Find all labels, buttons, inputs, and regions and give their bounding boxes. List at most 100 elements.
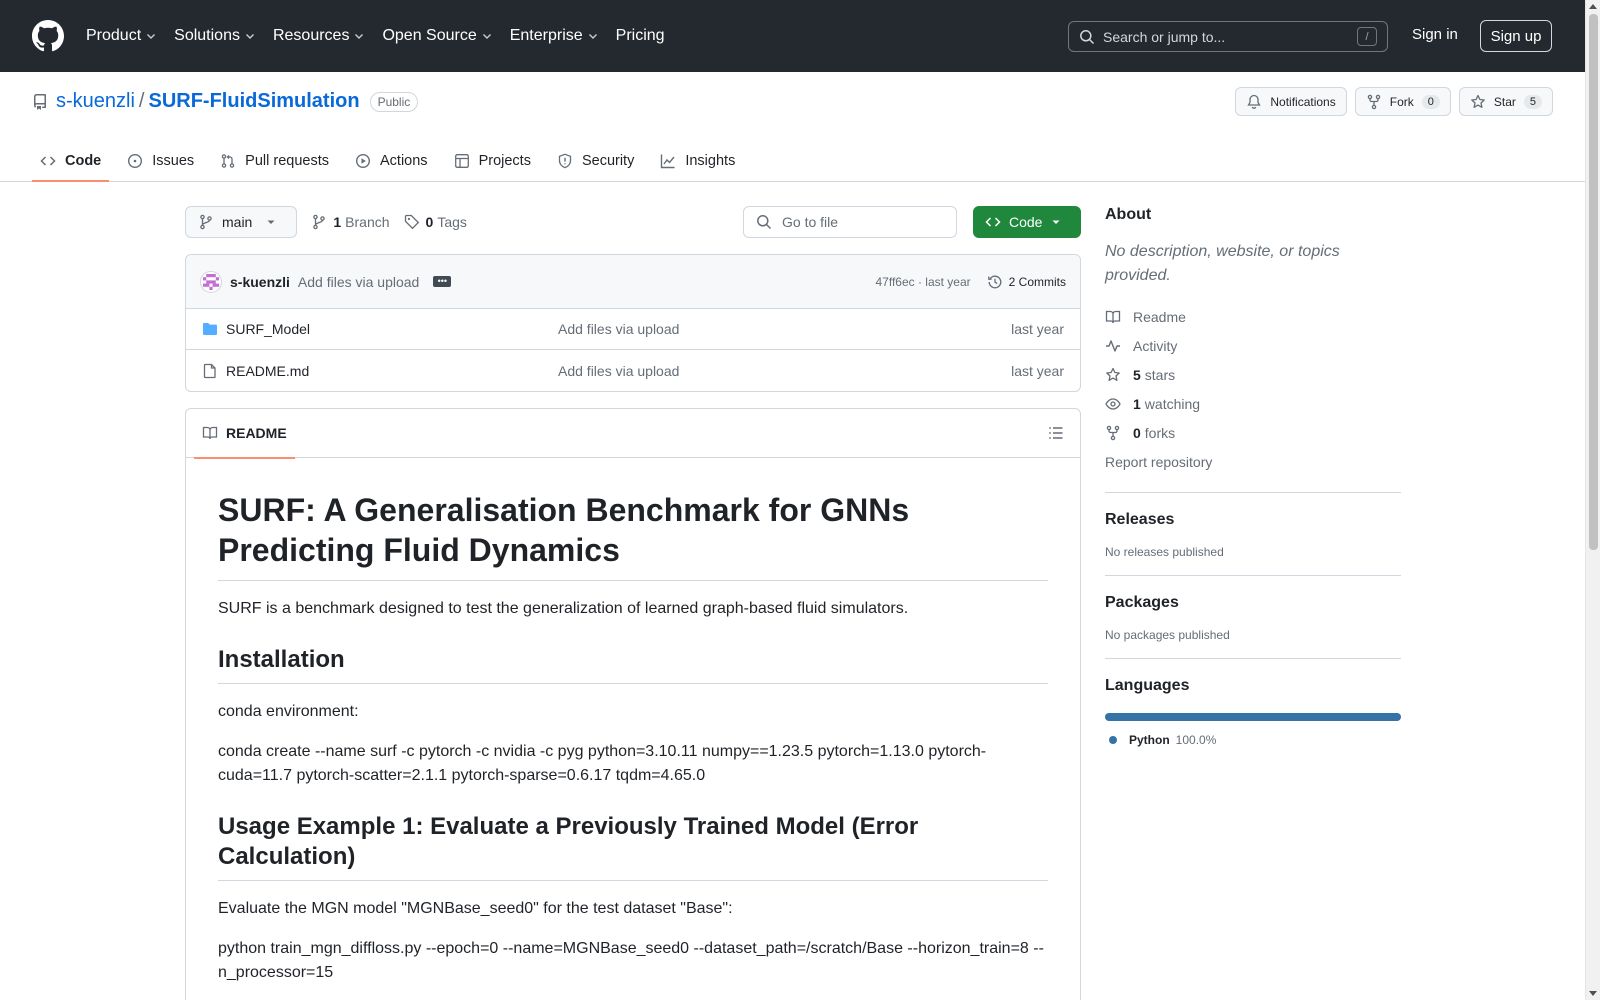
notifications-button[interactable]: Notifications [1235,87,1347,116]
tab-issues[interactable]: Issues [119,140,202,182]
play-circle-icon [355,153,371,169]
book-icon [1105,310,1121,323]
packages-heading[interactable]: Packages [1105,594,1401,612]
repo-owner-link[interactable]: s-kuenzli [56,90,135,113]
tags-link[interactable]: 0 Tags [404,214,467,230]
forks-label: forks [1144,424,1176,441]
tab-code-label: Code [65,153,102,169]
nav-product[interactable]: Product [86,27,157,45]
fork-icon [1106,425,1120,440]
nav-enterprise[interactable]: Enterprise [510,27,599,45]
tab-projects-label: Projects [478,153,531,169]
stars-link[interactable]: 5 stars [1105,360,1401,389]
star-label: Star [1493,94,1516,109]
tag-count: 0 [425,214,434,230]
repo-sidebar: About No description, website, or topics… [1105,206,1401,747]
sign-in-link[interactable]: Sign in [1412,26,1458,43]
tab-actions[interactable]: Actions [347,140,436,182]
nav-resources[interactable]: Resources [273,27,365,45]
global-search-input[interactable]: Search or jump to... / [1068,21,1388,52]
list-outline-icon[interactable] [1048,425,1064,441]
branch-select-button[interactable]: main [185,206,298,238]
readme-heading-installation: Installation [218,645,1048,684]
language-bar [1105,713,1401,721]
search-placeholder: Search or jump to... [1103,28,1226,45]
github-logo-icon[interactable] [32,20,64,52]
page-scrollbar[interactable] [1585,0,1600,1000]
file-name[interactable]: SURF_Model [226,321,558,337]
file-commit-message[interactable]: Add files via upload [558,363,1011,379]
scroll-up-arrow-icon[interactable] [1589,4,1597,9]
nav-open-source-label: Open Source [382,27,477,44]
repo-name-link[interactable]: SURF-FluidSimulation [148,90,359,113]
search-icon [757,215,772,230]
nav-open-source[interactable]: Open Source [382,27,492,45]
branch-label: Branch [345,214,390,230]
about-description: No description, website, or topics provi… [1105,243,1340,284]
nav-solutions-label: Solutions [174,27,240,44]
avatar[interactable] [200,270,222,293]
tab-projects[interactable]: Projects [446,140,539,182]
readme-usage1-cmd: python train_mgn_diffloss.py --epoch=0 -… [218,940,1044,981]
repo-tabs: Code Issues Pull requests Actions Projec… [32,140,753,182]
commit-message-link[interactable]: Add files via upload [298,274,419,290]
repo-title: s-kuenzli / SURF-FluidSimulation Public [32,90,419,113]
global-nav: Product Solutions Resources Open Source … [86,27,682,45]
readme-link[interactable]: Readme [1105,302,1401,331]
code-dropdown-button[interactable]: Code [973,206,1081,238]
file-name[interactable]: README.md [226,363,558,379]
report-repository-link[interactable]: Report repository [1105,447,1401,476]
nav-solutions[interactable]: Solutions [174,27,256,45]
file-commit-message[interactable]: Add files via upload [558,321,1011,337]
packages-empty-text: No packages published [1105,628,1230,642]
nav-product-label: Product [86,27,142,44]
activity-link[interactable]: Activity [1105,331,1401,360]
scroll-thumb[interactable] [1589,14,1598,550]
tab-pull-requests-label: Pull requests [245,153,329,169]
tab-security[interactable]: Security [549,140,642,182]
about-heading: About [1105,206,1152,223]
releases-heading[interactable]: Releases [1105,511,1401,529]
commit-details-toggle[interactable]: ••• [433,276,452,287]
commits-history-link[interactable]: 2 Commits [987,274,1066,290]
file-date: last year [1011,321,1064,337]
tab-insights[interactable]: Insights [652,140,743,182]
releases-section: Releases No releases published [1105,492,1401,559]
main-content: main 1 Branch 0 Tags Go to file Code s-k… [185,206,1081,1000]
chevron-down-icon [355,34,364,39]
go-to-file-input[interactable]: Go to file [743,206,957,238]
star-icon [1106,367,1120,381]
forks-count: 0 [1133,424,1141,441]
commit-hash-time[interactable]: 47ff6ec · last year [875,275,970,289]
repo-actions: Notifications Fork 0 Star 5 [1227,87,1553,116]
sign-up-button[interactable]: Sign up [1480,20,1552,52]
file-row-readme[interactable]: README.md Add files via upload last year [186,350,1080,391]
tab-code[interactable]: Code [32,140,110,182]
go-to-file-placeholder: Go to file [782,214,839,230]
languages-section: Languages Python 100.0% [1105,658,1401,747]
pulse-icon [1106,339,1120,352]
tab-pull-requests[interactable]: Pull requests [212,140,337,182]
fork-icon [1367,94,1380,109]
language-item-python[interactable]: Python 100.0% [1105,733,1401,747]
tab-insights-label: Insights [685,153,736,169]
readme-panel: README SURF: A Generalisation Benchmark … [185,408,1081,1000]
fork-button[interactable]: Fork 0 [1354,87,1451,116]
commit-author-link[interactable]: s-kuenzli [230,274,290,290]
tab-security-label: Security [581,153,635,169]
tab-actions-label: Actions [380,153,428,169]
readme-intro: SURF is a benchmark designed to test the… [218,600,909,617]
branches-link[interactable]: 1 Branch [311,214,390,230]
branch-name: main [222,214,253,230]
nav-pricing[interactable]: Pricing [616,27,665,45]
star-button[interactable]: Star 5 [1458,87,1553,116]
forks-link[interactable]: 0 forks [1105,418,1401,447]
file-row-surf-model[interactable]: SURF_Model Add files via upload last yea… [186,309,1080,350]
commits-count: 2 Commits [1008,274,1066,289]
readme-tab[interactable]: README [194,409,295,459]
activity-link-label: Activity [1133,337,1178,354]
scroll-down-arrow-icon[interactable] [1589,991,1597,996]
readme-usage1-desc: Evaluate the MGN model "MGNBase_seed0" f… [218,900,733,917]
nav-enterprise-label: Enterprise [509,27,583,44]
watchers-link[interactable]: 1 watching [1105,389,1401,418]
